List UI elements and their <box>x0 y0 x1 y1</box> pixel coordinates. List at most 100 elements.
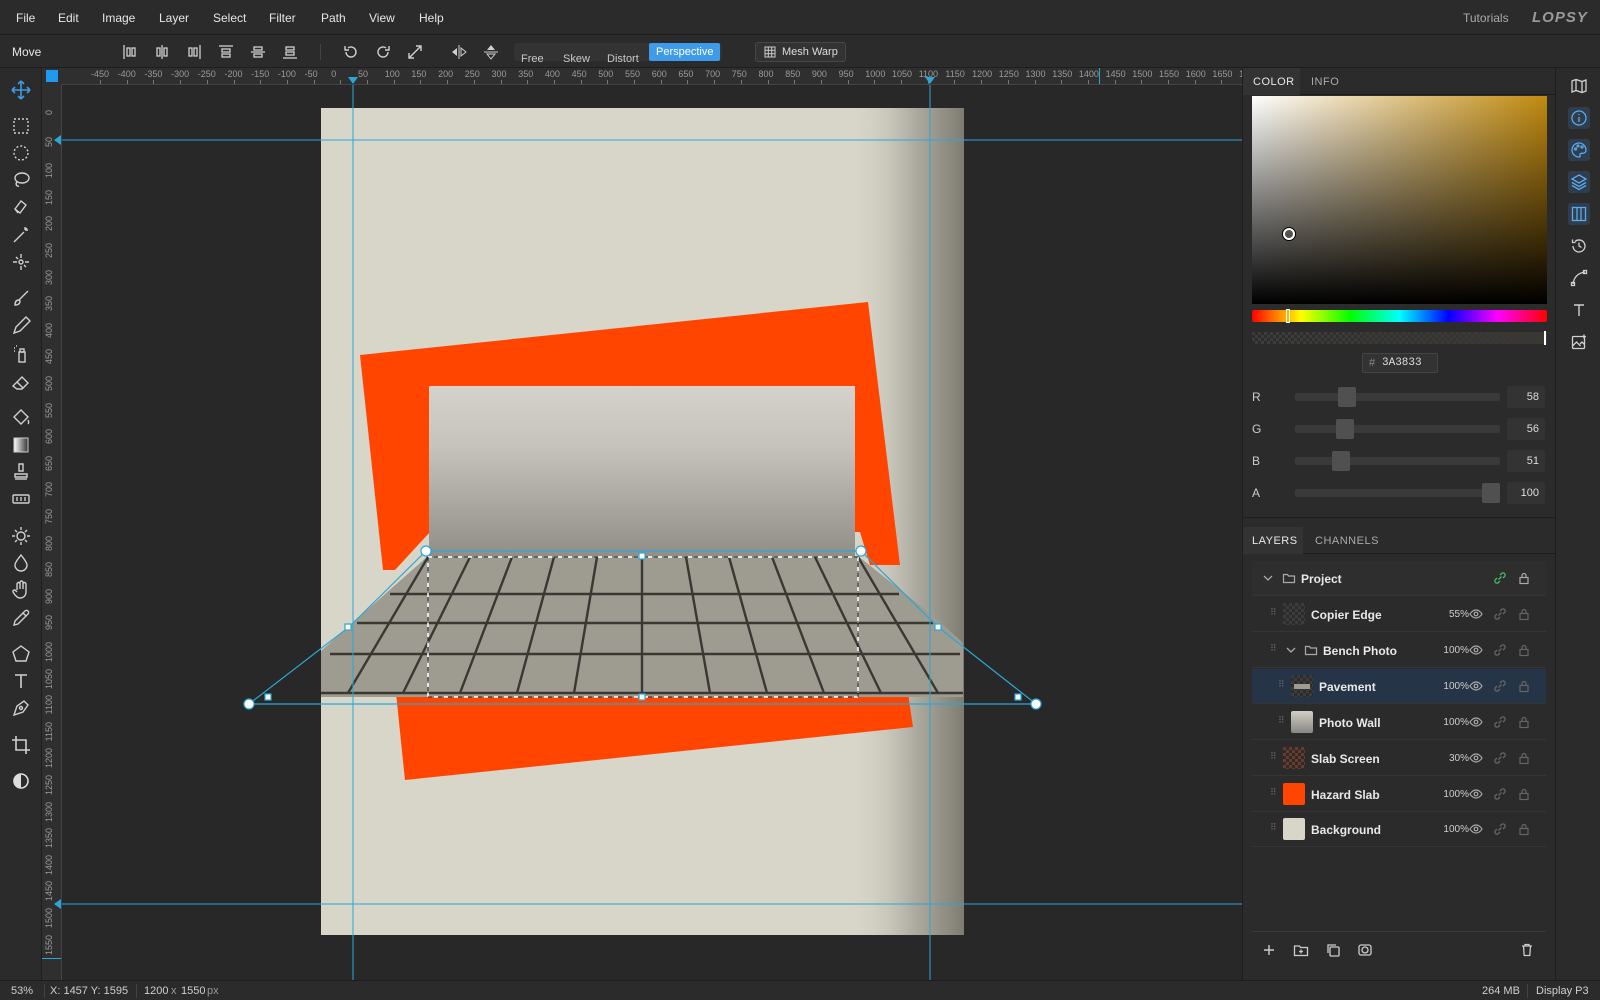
align-right-icon[interactable] <box>185 43 203 61</box>
pen-icon[interactable] <box>9 696 33 720</box>
layer-mask-icon[interactable] <box>1357 942 1373 958</box>
channel-slider-thumb[interactable] <box>1338 387 1356 407</box>
character-icon[interactable] <box>1568 299 1590 321</box>
navigator-icon[interactable] <box>1568 75 1590 97</box>
duplicate-layer-icon[interactable] <box>1325 942 1341 958</box>
add-group-icon[interactable] <box>1293 942 1309 958</box>
brush-icon[interactable] <box>9 287 33 311</box>
hue-slider-handle[interactable] <box>1286 309 1290 323</box>
burn-icon[interactable] <box>9 551 33 575</box>
mesh-warp-button[interactable]: Mesh Warp <box>755 42 846 62</box>
lock-icon[interactable] <box>1517 715 1531 729</box>
eye-icon[interactable] <box>1469 787 1483 801</box>
contrast-icon[interactable] <box>9 769 33 793</box>
alpha-slider[interactable] <box>1252 331 1547 345</box>
saturation-field[interactable] <box>1252 96 1547 304</box>
link-icon[interactable] <box>1493 751 1507 765</box>
menu-help[interactable]: Help <box>419 11 444 25</box>
add-layer-icon[interactable] <box>1261 942 1277 958</box>
paths-icon[interactable] <box>1568 267 1590 289</box>
dodge-icon[interactable] <box>9 524 33 548</box>
shape-icon[interactable] <box>9 642 33 666</box>
channel-slider-thumb[interactable] <box>1482 483 1500 503</box>
eye-icon[interactable] <box>1469 751 1483 765</box>
mode-skew[interactable]: Skew <box>556 50 597 68</box>
move-icon[interactable] <box>9 78 33 102</box>
lock-icon[interactable] <box>1517 751 1531 765</box>
tab-channels[interactable]: CHANNELS <box>1315 535 1379 547</box>
lock-icon[interactable] <box>1517 822 1531 836</box>
text-icon[interactable] <box>9 669 33 693</box>
guide-marker[interactable] <box>925 77 935 84</box>
drag-handle-icon[interactable]: ⠿ <box>1270 787 1278 801</box>
corner-handle-top-left[interactable] <box>420 545 432 557</box>
color-profile[interactable]: Display P3 <box>1536 985 1589 997</box>
patch-icon[interactable] <box>9 487 33 511</box>
channel-slider[interactable] <box>1295 483 1500 503</box>
corner-handle-bottom-left[interactable] <box>243 698 255 710</box>
rotate-cw-icon[interactable] <box>374 43 392 61</box>
edge-handle-top[interactable] <box>638 552 646 560</box>
layer-row[interactable]: ⠿ Photo Wall 100% <box>1252 705 1546 740</box>
layer-opacity[interactable]: 100% <box>1441 717 1469 728</box>
hand-icon[interactable] <box>9 578 33 602</box>
edge-handle-bottom-right[interactable] <box>1014 693 1022 701</box>
channel-slider-thumb[interactable] <box>1332 451 1351 471</box>
channel-slider-thumb[interactable] <box>1336 419 1355 439</box>
lock-icon[interactable] <box>1517 679 1531 693</box>
layer-opacity[interactable]: 55% <box>1441 609 1469 620</box>
channel-value-input[interactable]: 100 <box>1507 482 1545 504</box>
gradient-icon[interactable] <box>9 433 33 457</box>
edge-handle-bottom[interactable] <box>638 693 646 701</box>
eraser-icon[interactable] <box>9 370 33 394</box>
corner-handle-bottom-right[interactable] <box>1030 698 1042 710</box>
trash-icon[interactable] <box>1519 942 1535 958</box>
tab-layers[interactable]: LAYERS <box>1252 535 1298 547</box>
mode-perspective[interactable]: Perspective <box>649 43 721 61</box>
align-middle-v-icon[interactable] <box>249 43 267 61</box>
link-icon[interactable] <box>1493 643 1507 657</box>
layer-opacity[interactable]: 30% <box>1441 753 1469 764</box>
crop-icon[interactable] <box>9 733 33 757</box>
layer-row[interactable]: ⠿ Hazard Slab 100% <box>1252 777 1546 812</box>
palette-icon[interactable] <box>1568 139 1590 161</box>
menu-filter[interactable]: Filter <box>269 11 296 25</box>
rect-select-icon[interactable] <box>9 114 33 138</box>
menu-file[interactable]: File <box>16 11 35 25</box>
align-center-h-icon[interactable] <box>153 43 171 61</box>
zoom-level[interactable]: 53% <box>11 985 33 997</box>
spray-icon[interactable] <box>9 342 33 366</box>
magnetic-lasso-icon[interactable] <box>9 195 33 219</box>
eye-icon[interactable] <box>1469 715 1483 729</box>
mode-distort[interactable]: Distort <box>600 50 646 68</box>
guide-marker[interactable] <box>348 77 358 84</box>
lasso-icon[interactable] <box>9 168 33 192</box>
corner-handle-top-right[interactable] <box>855 545 867 557</box>
link-icon[interactable] <box>1493 679 1507 693</box>
tab-info[interactable]: INFO <box>1311 76 1339 88</box>
menu-edit[interactable]: Edit <box>58 11 79 25</box>
layer-opacity[interactable]: 100% <box>1441 824 1469 835</box>
history-icon[interactable] <box>1568 235 1590 257</box>
drag-handle-icon[interactable]: ⠿ <box>1270 608 1278 621</box>
stamp-icon[interactable] <box>9 460 33 484</box>
chevron-down-icon[interactable] <box>1284 643 1298 657</box>
channel-value-input[interactable]: 51 <box>1507 450 1545 472</box>
layers-icon[interactable] <box>1568 171 1590 193</box>
layer-opacity[interactable]: 100% <box>1441 645 1469 656</box>
link-icon[interactable] <box>1493 715 1507 729</box>
mode-free[interactable]: Free <box>514 50 551 68</box>
canvas-workspace[interactable] <box>62 85 1242 980</box>
tutorials-link[interactable]: Tutorials <box>1463 11 1509 25</box>
edge-handle-left[interactable] <box>344 623 352 631</box>
channels-icon[interactable] <box>1568 203 1590 225</box>
alpha-slider-handle[interactable] <box>1544 331 1546 345</box>
layer-row[interactable]: ⠿ Pavement 100% <box>1252 668 1546 704</box>
eye-icon[interactable] <box>1469 679 1483 693</box>
rotate-ccw-icon[interactable] <box>342 43 360 61</box>
menu-image[interactable]: Image <box>102 11 135 25</box>
edge-handle-bottom-left[interactable] <box>264 693 272 701</box>
link-icon[interactable] <box>1493 822 1507 836</box>
guide-marker[interactable] <box>54 135 61 145</box>
scale-icon[interactable] <box>406 43 424 61</box>
